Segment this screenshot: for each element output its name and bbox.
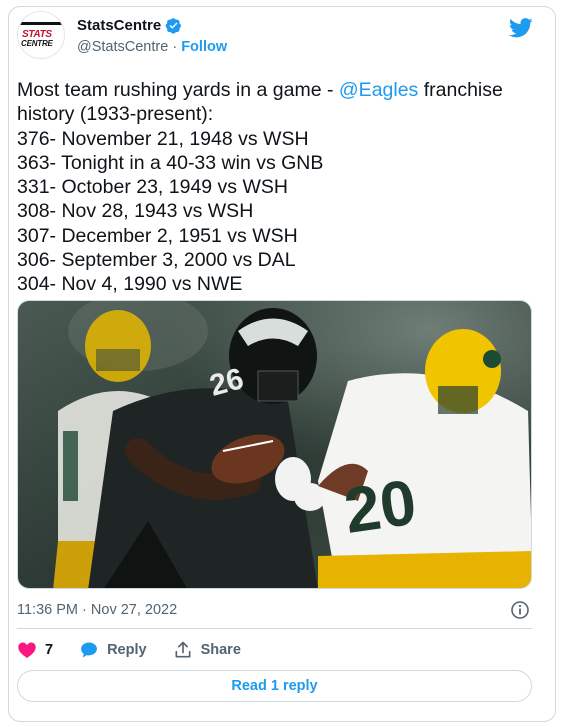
- divider: [17, 628, 532, 629]
- stat-line-7: 304- Nov 4, 1990 vs NWE: [17, 273, 243, 296]
- timestamp-separator: ·: [82, 602, 87, 618]
- tweet-intro: Most team rushing yards in a game -: [17, 79, 339, 101]
- avatar[interactable]: STATS CENTRE: [17, 11, 65, 59]
- reply-button[interactable]: Reply: [79, 640, 147, 660]
- stat-line-2: 363- Tonight in a 40-33 win vs GNB: [17, 151, 324, 174]
- stat-line-1: 376- November 21, 1948 vs WSH: [17, 127, 309, 150]
- stat-line-3: 331- October 23, 1949 vs WSH: [17, 176, 288, 199]
- tweet-date: Nov 27, 2022: [90, 602, 178, 618]
- share-button[interactable]: Share: [173, 640, 241, 660]
- handle-separator: ·: [172, 39, 178, 55]
- account-name[interactable]: StatsCentre: [77, 17, 161, 34]
- mention-link[interactable]: @Eagles: [339, 79, 418, 101]
- stat-line-5: 307- December 2, 1951 vs WSH: [17, 224, 298, 247]
- stat-line-6: 306- September 3, 2000 vs DAL: [17, 249, 296, 272]
- action-bar: 7 Reply Share: [17, 640, 267, 660]
- football-photo-illustration: 26 20: [18, 301, 531, 588]
- account-handle-row: @StatsCentre · Follow: [77, 39, 227, 55]
- share-icon: [175, 641, 191, 658]
- reply-label: Reply: [107, 642, 147, 658]
- read-replies-label: Read 1 reply: [231, 678, 318, 694]
- packers-jersey-number: 20: [340, 466, 421, 547]
- stat-line-4: 308- Nov 28, 1943 vs WSH: [17, 200, 254, 223]
- tweet-time: 11:36 PM: [17, 602, 78, 618]
- share-label: Share: [200, 642, 241, 658]
- follow-button[interactable]: Follow: [181, 39, 227, 55]
- tweet-timestamp[interactable]: 11:36 PM · Nov 27, 2022: [17, 602, 177, 618]
- account-name-row[interactable]: StatsCentre: [77, 17, 182, 34]
- twitter-bird-icon[interactable]: [509, 18, 533, 38]
- tweet-text: Most team rushing yards in a game - @Eag…: [17, 78, 532, 297]
- heart-icon: [18, 642, 36, 658]
- info-icon[interactable]: [510, 600, 530, 620]
- read-replies-button[interactable]: Read 1 reply: [17, 670, 532, 702]
- speech-bubble-icon: [81, 642, 97, 658]
- avatar-logo-text-bottom: CENTRE: [21, 39, 53, 48]
- like-count: 7: [45, 642, 54, 658]
- avatar-logo-bar: [18, 22, 64, 25]
- like-button[interactable]: 7: [17, 640, 53, 660]
- verified-badge-icon: [165, 18, 182, 34]
- account-handle[interactable]: @StatsCentre: [77, 39, 168, 55]
- tweet-photo[interactable]: 26 20: [17, 300, 532, 589]
